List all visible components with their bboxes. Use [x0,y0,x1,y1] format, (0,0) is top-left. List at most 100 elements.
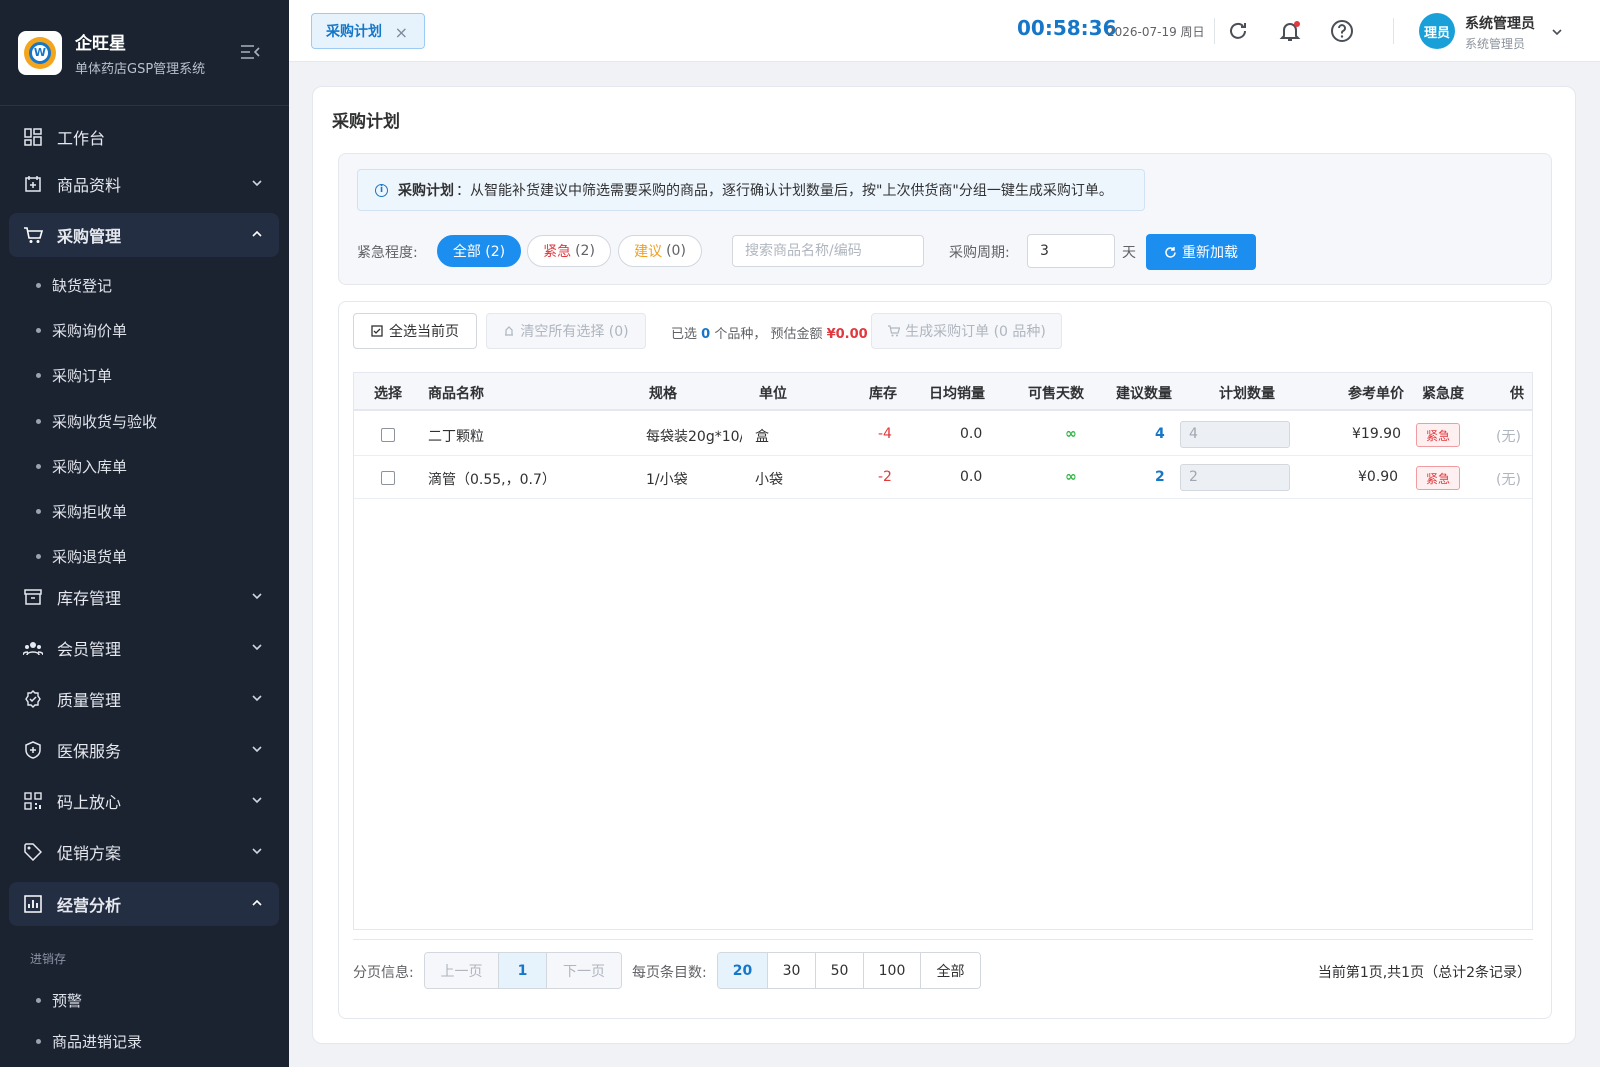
users-icon [23,638,43,658]
main-card: 采购计划 i 采购计划 ：从智能补货建议中筛选需要采购的商品，逐行确认计划数量后，… [312,86,1576,1044]
page-title: 采购计划 [332,112,400,132]
sidebar-item-products[interactable]: 商品资料 [9,162,279,206]
prev-page-button[interactable]: 上一页 [425,953,499,988]
sidebar-item-label: 工作台 [57,129,106,148]
page-size-20[interactable]: 20 [718,953,768,988]
sidebar-item-label: 促销方案 [57,844,122,863]
sidebar-item-insurance[interactable]: 医保服务 [9,728,279,772]
reload-button[interactable]: 重新加载 [1146,234,1256,270]
search-input[interactable] [732,235,924,267]
period-label: 采购周期: [949,245,1010,261]
refresh-icon [1165,246,1176,258]
sidebar-item-label: 采购管理 [57,227,122,246]
chevron-up-icon [252,230,262,237]
sidebar-item-trace-code[interactable]: 码上放心 [9,779,279,823]
sidebar-subitem-stock-in[interactable]: 采购入库单 [36,456,127,477]
tab-purchase-plan[interactable]: 采购计划 × [311,13,425,49]
clear-selection-button[interactable]: 清空所有选择 (0) [486,313,646,349]
chevron-down-icon [252,644,262,651]
plan-quantity-input[interactable]: 4 [1180,421,1290,448]
plan-quantity-input[interactable]: 2 [1180,464,1290,491]
sidebar: W 企旺星 单体药店GSP管理系统 工作台 商品资料 采购管理 缺货登记 采购询… [0,0,289,1067]
filter-suggest-button[interactable]: 建议 (0) [618,235,702,267]
chevron-down-icon [252,797,262,804]
table-row: 二丁颗粒 每袋装20g*10/: 盒 -4 0.0 ∞ 4 4 ¥19.90 紧… [354,413,1532,456]
pager: 上一页 1 下一页 [424,952,622,989]
next-page-button[interactable]: 下一页 [547,953,621,988]
brand-name: 企旺星 [75,33,126,54]
sidebar-item-label: 码上放心 [57,793,122,812]
sidebar-item-label: 库存管理 [57,589,122,608]
sidebar-subitem-warning[interactable]: 预警 [36,990,82,1011]
sidebar-subitem-receiving[interactable]: 采购收货与验收 [36,411,157,432]
chevron-up-icon [252,899,262,906]
badge-check-icon [23,689,43,709]
avatar[interactable]: 理员 [1419,13,1455,49]
sidebar-subitem-purchase-order[interactable]: 采购订单 [36,365,112,386]
page-size-100[interactable]: 100 [864,953,921,988]
clock: 00:58:36 [1017,16,1117,40]
sidebar-item-members[interactable]: 会员管理 [9,626,279,670]
close-icon[interactable]: × [395,23,408,42]
info-icon: i [375,183,388,197]
urgency-tag: 紧急 [1416,466,1460,490]
sidebar-item-label: 会员管理 [57,640,122,659]
chevron-down-icon [252,848,262,855]
sidebar-subitem-shortage[interactable]: 缺货登记 [36,275,112,296]
page-size-30[interactable]: 30 [768,953,816,988]
filter-all-button[interactable]: 全部 (2) [437,235,521,267]
chart-icon [23,894,43,914]
pager-info-label: 分页信息: [353,965,414,981]
sidebar-item-label: 商品资料 [57,176,122,195]
help-icon[interactable] [1329,18,1355,44]
page-1-button[interactable]: 1 [499,953,547,988]
generate-order-button[interactable]: 生成采购订单 (0 品种) [871,313,1062,349]
shield-icon [23,740,43,760]
sidebar-subitem-return[interactable]: 采购退货单 [36,546,127,567]
chevron-down-icon [252,695,262,702]
chevron-down-icon[interactable] [1551,26,1563,38]
sidebar-subitem-reject[interactable]: 采购拒收单 [36,501,127,522]
sidebar-item-dashboard[interactable]: 工作台 [9,115,279,159]
page-size-50[interactable]: 50 [816,953,864,988]
user-name: 系统管理员 [1465,16,1535,32]
filter-urgent-button[interactable]: 紧急 (2) [527,235,611,267]
table-row: 滴管（0.55,，0.7） 1/小袋 小袋 -2 0.0 ∞ 2 2 ¥0.90… [354,456,1532,499]
logo: W [18,30,62,75]
sidebar-subitem-inquiry[interactable]: 采购询价单 [36,320,127,341]
filter-panel: i 采购计划 ：从智能补货建议中筛选需要采购的商品，逐行确认计划数量后，按"上次供… [338,153,1552,285]
plan-table: 选择 商品名称 规格 单位 库存 日均销量 可售天数 建议数量 计划数量 参考单… [353,372,1533,930]
table-header: 选择 商品名称 规格 单位 库存 日均销量 可售天数 建议数量 计划数量 参考单… [354,373,1532,411]
qrcode-icon [23,791,43,811]
sidebar-item-label: 质量管理 [57,691,122,710]
row-checkbox[interactable] [381,428,395,442]
row-checkbox[interactable] [381,471,395,485]
info-banner: i 采购计划 ：从智能补货建议中筛选需要采购的商品，逐行确认计划数量后，按"上次供… [357,169,1145,211]
sidebar-subitem-product-records[interactable]: 商品进销记录 [36,1031,142,1052]
collapse-menu-icon[interactable] [240,44,260,60]
refresh-icon[interactable] [1225,18,1251,44]
brand-subtitle: 单体药店GSP管理系统 [75,61,206,77]
sidebar-item-label: 经营分析 [57,896,122,915]
sidebar-item-promotion[interactable]: 促销方案 [9,830,279,874]
sidebar-item-label: 医保服务 [57,742,122,761]
sidebar-item-quality[interactable]: 质量管理 [9,677,279,721]
urgency-tag: 紧急 [1416,423,1460,447]
sidebar-item-analysis[interactable]: 经营分析 [9,882,279,926]
period-unit: 天 [1122,245,1136,261]
product-icon [23,174,43,194]
chevron-down-icon [252,180,262,187]
bell-icon[interactable] [1277,18,1303,44]
tag-icon [23,842,43,862]
page-size-all[interactable]: 全部 [921,953,980,988]
archive-icon [23,587,43,607]
sidebar-item-inventory[interactable]: 库存管理 [9,575,279,619]
urgency-label: 紧急程度: [357,245,418,261]
sidebar-item-purchase[interactable]: 采购管理 [9,213,279,257]
select-page-button[interactable]: 全选当前页 [353,313,477,349]
period-input[interactable] [1027,234,1115,268]
chevron-down-icon [252,746,262,753]
chevron-down-icon [252,593,262,600]
dashboard-icon [23,127,43,147]
cart-icon [888,325,901,337]
